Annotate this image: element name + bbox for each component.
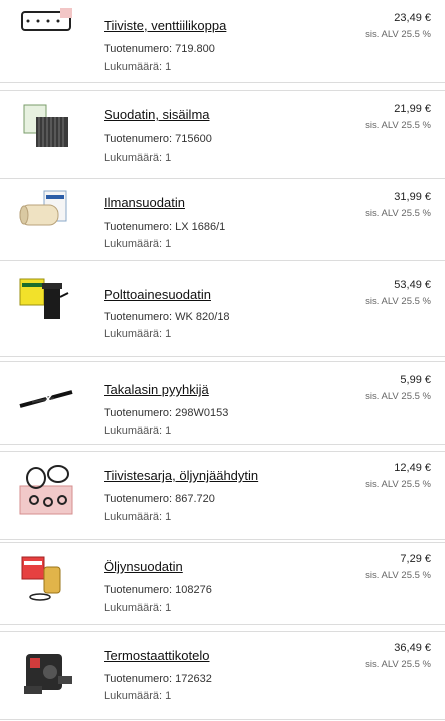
wiper-icon[interactable] xyxy=(14,372,78,428)
product-vat: sis. ALV 25.5 % xyxy=(365,29,431,40)
product-vat: sis. ALV 25.5 % xyxy=(365,120,431,131)
product-vat: sis. ALV 25.5 % xyxy=(365,479,431,490)
cart-item: Tiiviste, venttiilikoppa Tuotenumero: 71… xyxy=(0,0,445,83)
product-number: Tuotenumero: 172632 xyxy=(104,673,212,685)
product-name-link[interactable]: Öljynsuodatin xyxy=(104,559,183,574)
product-quantity: Lukumäärä: 1 xyxy=(104,61,172,73)
product-number: Tuotenumero: 867.720 xyxy=(104,493,215,505)
product-name-link[interactable]: Tiivistesarja, öljynjäähdytin xyxy=(104,468,258,483)
product-name-link[interactable]: Takalasin pyyhkijä xyxy=(104,382,209,397)
seal-kit-icon[interactable] xyxy=(14,462,78,518)
cart-item: Polttoainesuodatin Tuotenumero: WK 820/1… xyxy=(0,261,445,357)
product-name-link[interactable]: Termostaattikotelo xyxy=(104,648,210,663)
product-price: 23,49 € xyxy=(394,12,431,24)
product-quantity: Lukumäärä: 1 xyxy=(104,511,172,523)
product-price: 12,49 € xyxy=(394,462,431,474)
product-quantity: Lukumäärä: 1 xyxy=(104,690,172,702)
product-price: 31,99 € xyxy=(394,191,431,203)
air-filter-icon[interactable] xyxy=(14,185,78,241)
gasket-icon[interactable] xyxy=(14,4,78,60)
product-number: Tuotenumero: 715600 xyxy=(104,133,212,145)
product-quantity: Lukumäärä: 1 xyxy=(104,328,172,340)
product-name-link[interactable]: Suodatin, sisäilma xyxy=(104,107,210,122)
cart-item-list: Tiiviste, venttiilikoppa Tuotenumero: 71… xyxy=(0,0,445,720)
thermostat-housing-icon[interactable] xyxy=(14,646,78,702)
product-quantity: Lukumäärä: 1 xyxy=(104,152,172,164)
cart-item: Suodatin, sisäilma Tuotenumero: 715600 L… xyxy=(0,90,445,179)
oil-filter-icon[interactable] xyxy=(14,551,78,607)
product-name-link[interactable]: Polttoainesuodatin xyxy=(104,287,211,302)
fuel-filter-icon[interactable] xyxy=(14,273,78,329)
cart-item: Takalasin pyyhkijä Tuotenumero: 298W0153… xyxy=(0,361,445,445)
product-number: Tuotenumero: LX 1686/1 xyxy=(104,221,226,233)
product-price: 5,99 € xyxy=(400,374,431,386)
product-name-link[interactable]: Tiiviste, venttiilikoppa xyxy=(104,18,226,33)
product-vat: sis. ALV 25.5 % xyxy=(365,391,431,402)
cart-item: Tiivistesarja, öljynjäähdytin Tuotenumer… xyxy=(0,451,445,540)
product-vat: sis. ALV 25.5 % xyxy=(365,659,431,670)
product-name-link[interactable]: Ilmansuodatin xyxy=(104,195,185,210)
product-price: 7,29 € xyxy=(400,553,431,565)
product-quantity: Lukumäärä: 1 xyxy=(104,238,172,250)
product-vat: sis. ALV 25.5 % xyxy=(365,570,431,581)
product-price: 21,99 € xyxy=(394,103,431,115)
product-number: Tuotenumero: 298W0153 xyxy=(104,407,229,419)
cart-item: Öljynsuodatin Tuotenumero: 108276 Lukumä… xyxy=(0,542,445,625)
product-price: 36,49 € xyxy=(394,642,431,654)
product-number: Tuotenumero: 108276 xyxy=(104,584,212,596)
product-number: Tuotenumero: WK 820/18 xyxy=(104,311,230,323)
cabin-filter-icon[interactable] xyxy=(14,99,78,155)
product-number: Tuotenumero: 719.800 xyxy=(104,43,215,55)
cart-item: Ilmansuodatin Tuotenumero: LX 1686/1 Luk… xyxy=(0,179,445,261)
product-price: 53,49 € xyxy=(394,279,431,291)
product-vat: sis. ALV 25.5 % xyxy=(365,296,431,307)
product-quantity: Lukumäärä: 1 xyxy=(104,425,172,437)
cart-item: Termostaattikotelo Tuotenumero: 172632 L… xyxy=(0,631,445,720)
product-vat: sis. ALV 25.5 % xyxy=(365,208,431,219)
product-quantity: Lukumäärä: 1 xyxy=(104,602,172,614)
